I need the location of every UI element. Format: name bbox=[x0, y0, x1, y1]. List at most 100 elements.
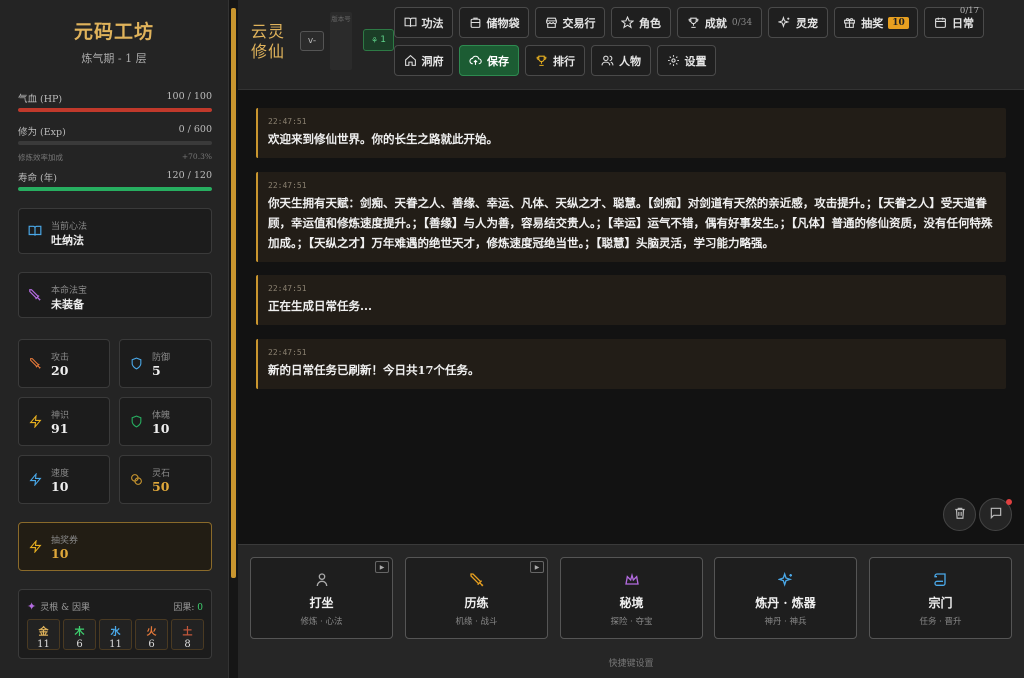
karma-label: 因果: bbox=[173, 603, 195, 613]
life-bar-fill bbox=[18, 187, 212, 191]
nav-lottery-button[interactable]: 抽奖 10 bbox=[834, 7, 918, 38]
exp-bar bbox=[18, 141, 212, 145]
nav-settings-button[interactable]: 设置 bbox=[657, 45, 716, 76]
sect-button[interactable]: 宗门 任务 · 晋升 bbox=[869, 557, 1012, 639]
root-metal: 金 11 bbox=[27, 619, 60, 650]
root-element: 木 bbox=[74, 627, 85, 638]
action-subtitle: 机缘 · 战斗 bbox=[455, 617, 498, 627]
root-element: 水 bbox=[110, 627, 121, 638]
crown-icon bbox=[561, 572, 702, 590]
cloud-upload-icon bbox=[469, 54, 482, 67]
sidebar-scrollbar-thumb[interactable] bbox=[231, 8, 236, 578]
scroll-icon bbox=[870, 572, 1011, 590]
logo-line-2: 修仙 bbox=[251, 42, 286, 61]
nav-label: 储物袋 bbox=[486, 16, 520, 30]
nav-techniques-button[interactable]: 功法 bbox=[394, 7, 453, 38]
exp-bonus-value: +70.3% bbox=[181, 152, 212, 161]
sword-icon bbox=[28, 357, 42, 371]
nav-ranking-button[interactable]: 排行 bbox=[525, 45, 585, 76]
log-time: 22:47:51 bbox=[268, 284, 307, 293]
exp-value: 0 / 600 bbox=[178, 124, 212, 135]
meditate-button[interactable]: 打坐 修炼 · 心法 ▶ bbox=[250, 557, 393, 639]
lightning-icon bbox=[28, 540, 42, 554]
nav-trading-house-button[interactable]: 交易行 bbox=[535, 7, 605, 38]
nav-label: 洞府 bbox=[421, 54, 444, 68]
life-label: 寿命 (年) bbox=[18, 173, 57, 184]
exp-bonus-label: 修炼效率加成 bbox=[18, 153, 63, 162]
save-button[interactable]: 保存 bbox=[459, 45, 519, 76]
attr-spirit-stones: 灵石 50 bbox=[119, 455, 212, 504]
log-text: 欢迎来到修仙世界。你的长生之路就此开始。 bbox=[268, 132, 498, 146]
technique-label: 当前心法 bbox=[51, 222, 88, 232]
root-water: 水 11 bbox=[99, 619, 132, 650]
attr-label: 体魄 bbox=[152, 411, 171, 421]
attr-value: 50 bbox=[152, 479, 170, 494]
technique-card[interactable]: 当前心法 吐纳法 bbox=[18, 208, 212, 254]
nav-people-button[interactable]: 人物 bbox=[591, 45, 651, 76]
nav-label: 抽奖 bbox=[861, 16, 884, 30]
level-badge: ⚘ 1 bbox=[363, 29, 394, 51]
clear-log-button[interactable] bbox=[943, 498, 976, 531]
attr-label: 防御 bbox=[152, 353, 171, 363]
nav-label: 功法 bbox=[421, 16, 444, 30]
root-value: 11 bbox=[37, 639, 50, 650]
lottery-ticket-card[interactable]: 抽奖券 10 bbox=[18, 522, 212, 571]
action-title: 秘境 bbox=[619, 596, 644, 610]
log-text: 正在生成日常任务... bbox=[268, 299, 373, 313]
attr-label: 速度 bbox=[51, 469, 70, 479]
secret-realm-button[interactable]: 秘境 探险 · 夺宝 bbox=[560, 557, 703, 639]
top-header: 云灵 修仙 v- 版本号 ⚘ 1 功法 储物袋 交易行 角色 成就 0/34 灵宠… bbox=[238, 0, 1024, 90]
nav-label: 保存 bbox=[487, 54, 509, 68]
book-icon bbox=[28, 224, 42, 238]
nav-character-button[interactable]: 角色 bbox=[611, 7, 671, 38]
attr-label: 灵石 bbox=[152, 469, 171, 479]
log-text: 你天生拥有天赋：剑痴、天眷之人、善缘、幸运、凡体、天纵之才、聪慧。【剑痴】对剑道… bbox=[268, 196, 993, 250]
hotkey-settings-link[interactable]: 快捷键设置 bbox=[238, 656, 1024, 669]
hp-bar bbox=[18, 108, 212, 112]
sparkle-icon bbox=[778, 16, 791, 29]
notification-dot bbox=[1006, 499, 1012, 505]
attr-attack: 攻击 20 bbox=[18, 339, 110, 388]
action-subtitle: 任务 · 晋升 bbox=[919, 617, 962, 627]
character-realm: 炼气期 - 1 层 bbox=[81, 52, 147, 65]
root-fire: 火6 bbox=[135, 619, 168, 650]
alchemy-forge-button[interactable]: 炼丹 · 炼器 神丹 · 神兵 bbox=[714, 557, 857, 639]
life-bar bbox=[18, 187, 212, 191]
roots-title: 灵根 & 因果 bbox=[40, 603, 90, 613]
nav-storage-bag-button[interactable]: 储物袋 bbox=[459, 7, 529, 38]
leaf-icon: ⚘ bbox=[371, 35, 379, 45]
auto-play-icon[interactable]: ▶ bbox=[375, 561, 389, 573]
attr-speed: 速度 10 bbox=[18, 455, 110, 504]
star-icon bbox=[621, 16, 634, 29]
attr-defense: 防御 5 bbox=[119, 339, 212, 388]
attr-value: 20 bbox=[51, 363, 69, 378]
auto-play-icon[interactable]: ▶ bbox=[530, 561, 544, 573]
root-value: 8 bbox=[184, 639, 191, 650]
logo-line-1: 云灵 bbox=[251, 22, 286, 41]
character-header: 元码工坊 炼气期 - 1 层 bbox=[0, 0, 228, 66]
achievements-count: 0/34 bbox=[731, 17, 753, 28]
nav-label: 排行 bbox=[553, 54, 575, 68]
action-subtitle: 神丹 · 神兵 bbox=[764, 617, 807, 627]
adventure-button[interactable]: 历练 机缘 · 战斗 ▶ bbox=[405, 557, 548, 639]
chat-button[interactable] bbox=[979, 498, 1012, 531]
technique-value: 吐纳法 bbox=[51, 234, 84, 247]
nav-label: 人物 bbox=[619, 54, 641, 68]
attr-value: 91 bbox=[51, 421, 69, 436]
action-bar: 打坐 修炼 · 心法 ▶ 历练 机缘 · 战斗 ▶ 秘境 探险 · 夺宝 炼丹 … bbox=[238, 544, 1024, 678]
log-text: 新的日常任务已刷新！今日共17个任务。 bbox=[268, 363, 480, 377]
lottery-badge: 10 bbox=[888, 16, 909, 29]
daily-count: 0/17 bbox=[959, 6, 979, 16]
nav-spirit-pet-button[interactable]: 灵宠 bbox=[768, 7, 828, 38]
coins-icon bbox=[129, 473, 143, 487]
nav-cave-button[interactable]: 洞府 bbox=[394, 45, 453, 76]
nav-achievements-button[interactable]: 成就 0/34 bbox=[677, 7, 762, 38]
karma-value: 0 bbox=[197, 603, 203, 613]
treasure-label: 本命法宝 bbox=[51, 286, 88, 296]
treasure-card[interactable]: 本命法宝 未装备 bbox=[18, 272, 212, 318]
attr-value: 5 bbox=[152, 363, 161, 378]
nav-daily-button[interactable]: 日常 0/17 bbox=[924, 6, 984, 38]
version-select[interactable]: v- bbox=[300, 31, 324, 51]
ticket-label: 抽奖券 bbox=[51, 536, 79, 546]
shield-icon bbox=[129, 357, 143, 371]
